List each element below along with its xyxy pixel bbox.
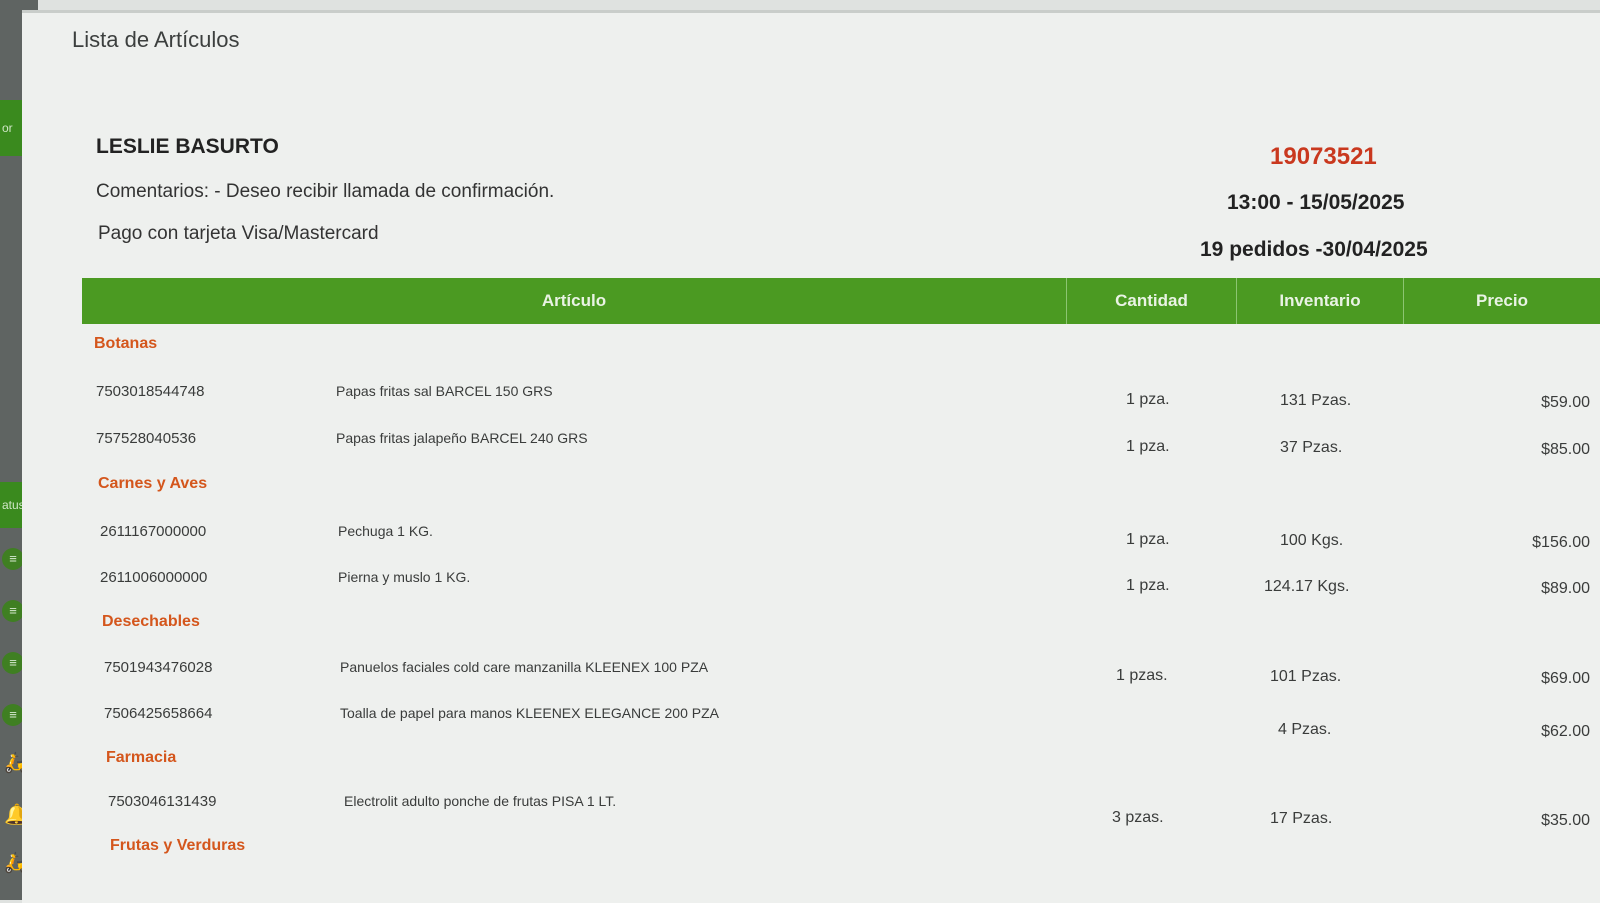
customer-name: LESLIE BASURTO (96, 135, 279, 158)
item-code: 2611167000000 (100, 523, 207, 540)
item-price: $62.00 (1541, 723, 1590, 740)
item-name: Pechuga 1 KG. (338, 523, 433, 539)
item-quantity: 1 pza. (1126, 577, 1170, 594)
table-row[interactable]: 7501943476028 Panuelos faciales cold car… (22, 659, 1600, 689)
item-quantity: 1 pza. (1126, 391, 1170, 408)
item-inventory: 124.17 Kgs. (1264, 578, 1350, 595)
category-heading: Carnes y Aves (98, 475, 208, 492)
category-heading: Frutas y Verduras (110, 837, 246, 854)
page-title: Lista de Artículos (72, 27, 240, 52)
item-price: $59.00 (1541, 394, 1590, 411)
list-icon[interactable]: ≡ (2, 600, 24, 622)
category-heading: Farmacia (106, 749, 177, 766)
item-code: 757528040536 (96, 430, 197, 447)
table-row[interactable]: 7503046131439 Electrolit adulto ponche d… (22, 793, 1600, 829)
item-price: $156.00 (1532, 534, 1590, 551)
item-name: Toalla de papel para manos KLEENEX ELEGA… (340, 705, 719, 721)
item-name: Papas fritas sal BARCEL 150 GRS (336, 383, 553, 399)
order-number: 19073521 (1270, 143, 1377, 170)
item-price: $69.00 (1541, 670, 1590, 687)
item-price: $35.00 (1541, 812, 1590, 829)
table-row[interactable]: 2611006000000 Pierna y muslo 1 KG. 1 pza… (22, 569, 1600, 599)
sidebar-tab-top-label: or (2, 121, 13, 135)
item-quantity: 1 pza. (1126, 531, 1170, 548)
item-inventory: 37 Pzas. (1280, 439, 1343, 456)
item-inventory: 4 Pzas. (1278, 721, 1332, 738)
item-quantity: 1 pzas. (1116, 667, 1168, 684)
item-inventory: 131 Pzas. (1280, 392, 1352, 409)
item-code: 7506425658664 (104, 705, 213, 722)
item-name: Electrolit adulto ponche de frutas PISA … (344, 793, 617, 809)
table-row[interactable]: 7503018544748 Papas fritas sal BARCEL 15… (22, 383, 1600, 413)
list-icon[interactable]: ≡ (2, 652, 24, 674)
category-heading: Desechables (102, 613, 200, 630)
payment-method: Pago con tarjeta Visa/Mastercard (98, 223, 379, 244)
table-row[interactable]: 2611167000000 Pechuga 1 KG. 1 pza. 100 K… (22, 523, 1600, 553)
item-code: 7503046131439 (108, 793, 217, 810)
order-detail-panel: Lista de Artículos LESLIE BASURTO Coment… (22, 10, 1600, 903)
item-quantity: 1 pza. (1126, 438, 1170, 455)
delivery-time: 13:00 - 15/05/2025 (1227, 191, 1405, 214)
column-header-cantidad[interactable]: Cantidad (1067, 278, 1237, 324)
item-quantity: 3 pzas. (1112, 809, 1164, 826)
item-code: 2611006000000 (100, 569, 208, 586)
table-header: Artículo Cantidad Inventario Precio (82, 278, 1600, 324)
item-name: Papas fritas jalapeño BARCEL 240 GRS (336, 430, 588, 446)
item-price: $85.00 (1541, 441, 1590, 458)
item-price: $89.00 (1541, 580, 1590, 597)
table-row[interactable]: 7506425658664 Toalla de papel para manos… (22, 705, 1600, 740)
item-code: 7503018544748 (96, 383, 205, 400)
orders-count: 19 pedidos -30/04/2025 (1200, 238, 1428, 261)
column-header-articulo[interactable]: Artículo (82, 278, 1067, 324)
column-header-inventario[interactable]: Inventario (1237, 278, 1404, 324)
item-inventory: 100 Kgs. (1280, 532, 1344, 549)
list-icon[interactable]: ≡ (2, 704, 24, 726)
category-heading: Botanas (94, 335, 158, 352)
item-code: 7501943476028 (104, 659, 213, 676)
order-comments: Comentarios: - Deseo recibir llamada de … (96, 181, 555, 202)
item-inventory: 101 Pzas. (1270, 668, 1342, 685)
item-name: Panuelos faciales cold care manzanilla K… (340, 659, 709, 675)
table-row[interactable]: 757528040536 Papas fritas jalapeño BARCE… (22, 430, 1600, 460)
item-name: Pierna y muslo 1 KG. (338, 569, 471, 585)
item-inventory: 17 Pzas. (1270, 810, 1333, 827)
list-icon[interactable]: ≡ (2, 548, 24, 570)
column-header-precio[interactable]: Precio (1404, 278, 1600, 324)
